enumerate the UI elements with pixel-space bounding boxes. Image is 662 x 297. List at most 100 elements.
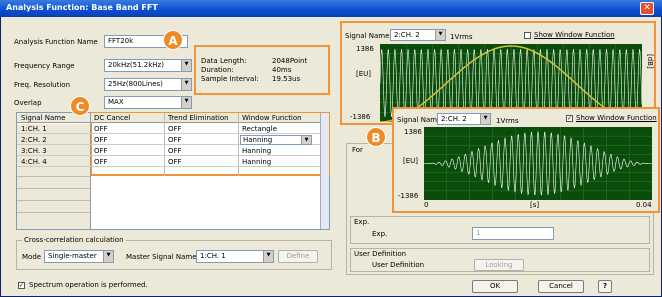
graph-a-ytop: 1386 [356,45,374,53]
row-divider [17,200,90,201]
row-trend-elimination[interactable]: OFF [166,158,236,167]
graph-b-unit: 1Vrms [496,117,519,125]
graph-b-xmid: [s] [530,201,540,209]
row-dc-cancel[interactable]: OFF [92,158,162,167]
row-dc-cancel[interactable]: OFF [92,147,162,156]
window-title: Analysis Function: Base Band FFT [6,3,158,12]
chevron-down-icon: ▼ [435,30,445,40]
graph-a-ymid: [EU] [356,70,372,78]
graph-a-signal-value: 2:CH. 2 [394,31,420,39]
cancel-button[interactable]: Cancel [538,280,584,293]
frequency-range-value: 20kHz(51.2kHz) [108,61,164,69]
graph-b-signal-value: 2:CH. 2 [441,115,467,123]
chevron-down-icon: ▼ [263,251,273,262]
badge-c: C [70,96,90,116]
graph-a-unit: 1Vrms [450,33,473,41]
graph-b-x0: 0 [424,201,429,209]
ok-button[interactable]: OK [472,280,518,293]
graph-b-plot[interactable] [424,127,652,200]
window-function-select[interactable]: Hanning ▼ [240,135,312,145]
table-scrollbar[interactable] [320,113,329,229]
graph-a-signal-label: Signal Name [345,32,390,40]
master-signal-label: Master Signal Name [126,253,197,261]
close-button[interactable]: ✕ [640,2,654,15]
row-trend-elimination[interactable]: OFF [166,147,236,156]
row-dc-cancel[interactable]: OFF [92,136,162,145]
sample-interval-value: 19.53us [272,75,301,83]
user-definition-group-label: User Definition [354,250,407,258]
freq-resolution-select[interactable]: 25Hz(800Lines) ▼ [104,78,192,91]
row-signal-name: 4:CH. 4 [21,158,47,166]
exp-group-label: Exp. [354,218,370,226]
graph-a-signal-select[interactable]: 2:CH. 2 ▼ [390,29,446,41]
graph-a-show-window-checkbox[interactable] [524,31,531,39]
crosscorr-group-label: Cross-correlation calculation [22,236,126,244]
chevron-down-icon: ▼ [480,114,490,124]
chevron-down-icon: ▼ [181,97,191,108]
duration-label: Duration: [201,66,234,74]
graph-b-show-window-checkbox[interactable]: ✓ [566,114,573,122]
badge-a: A [163,30,183,50]
frequency-range-select[interactable]: 20kHz(51.2kHz) ▼ [104,59,192,72]
row-signal-name: 1:CH. 1 [21,125,47,133]
graph-b-signal-label: Signal Name [397,116,442,124]
mode-value: Single-master [48,252,97,260]
column-header-dc-cancel: DC Cancel [94,114,131,122]
chevron-down-icon: ▼ [301,136,311,144]
for-label: For [352,146,363,154]
define-button[interactable]: Define [278,250,318,263]
row-window-function[interactable]: Hanning [240,158,318,167]
analysis-function-name-label: Analysis Function Name [14,38,98,46]
user-definition-label: User Definition [372,261,425,269]
checkbox-check-icon: ✓ [18,281,25,289]
sample-interval-label: Sample Interval: [201,75,259,83]
data-length-value: 2048Point [272,57,308,65]
row-window-function[interactable]: Hanning [240,147,318,156]
column-header-trend-elimination: Trend Elimination [168,114,229,122]
spectrum-checkbox[interactable]: ✓ [18,281,25,289]
checkbox-empty-icon [524,31,531,39]
badge-b: B [366,127,386,147]
row-trend-elimination[interactable]: OFF [166,136,236,145]
freq-resolution-value: 25Hz(800Lines) [108,80,163,88]
chevron-down-icon: ▼ [103,251,113,262]
graph-b-ytop: 1386 [404,128,422,136]
data-length-label: Data Length: [201,57,247,65]
help-button[interactable]: ? [598,280,612,293]
exp-input[interactable]: 1 [472,227,554,240]
row-dc-cancel[interactable]: OFF [92,125,162,134]
overlap-select[interactable]: MAX ▼ [104,96,192,109]
row-window-function[interactable]: Rectangle [240,125,318,134]
mode-label: Mode [22,253,42,261]
overlap-value: MAX [108,98,124,106]
freq-resolution-label: Freq. Resolution [14,81,71,89]
master-signal-select[interactable]: 1:CH. 1 ▼ [196,250,274,263]
graph-b-grid [424,127,652,200]
graph-a-side-label: [dB] [646,54,654,69]
row-divider [17,176,90,177]
graph-b-signal-select[interactable]: 2:CH. 2 ▼ [437,113,491,125]
column-header-window-function: Window Function [242,114,302,122]
checkbox-check-icon: ✓ [566,114,573,122]
duration-value: 40ms [272,66,292,74]
graph-b-show-window-label: Show Window Function [576,114,657,122]
row-signal-name: 3:CH. 3 [21,147,47,155]
exp-label: Exp. [372,230,388,238]
mode-select[interactable]: Single-master ▼ [44,250,114,263]
graph-a-show-window-label: Show Window Function [534,31,615,39]
graph-b-ymid: [EU] [403,157,419,165]
graph-b-xend: 0.04 [636,201,652,209]
chevron-down-icon: ▼ [181,79,191,90]
row-trend-elimination[interactable]: OFF [166,125,236,134]
graph-b-ybot: -1386 [398,192,419,200]
row-window-function: Hanning [243,136,273,144]
chevron-down-icon: ▼ [181,60,191,71]
row-signal-name: 2:CH. 2 [21,136,47,144]
overlap-label: Overlap [14,99,42,107]
row-divider [17,212,90,213]
graph-a-ybot: -1386 [350,113,371,121]
row-divider [17,188,90,189]
looking-button[interactable]: Looking [474,259,524,271]
frequency-range-label: Frequency Range [14,62,75,70]
master-signal-value: 1:CH. 1 [200,252,226,260]
